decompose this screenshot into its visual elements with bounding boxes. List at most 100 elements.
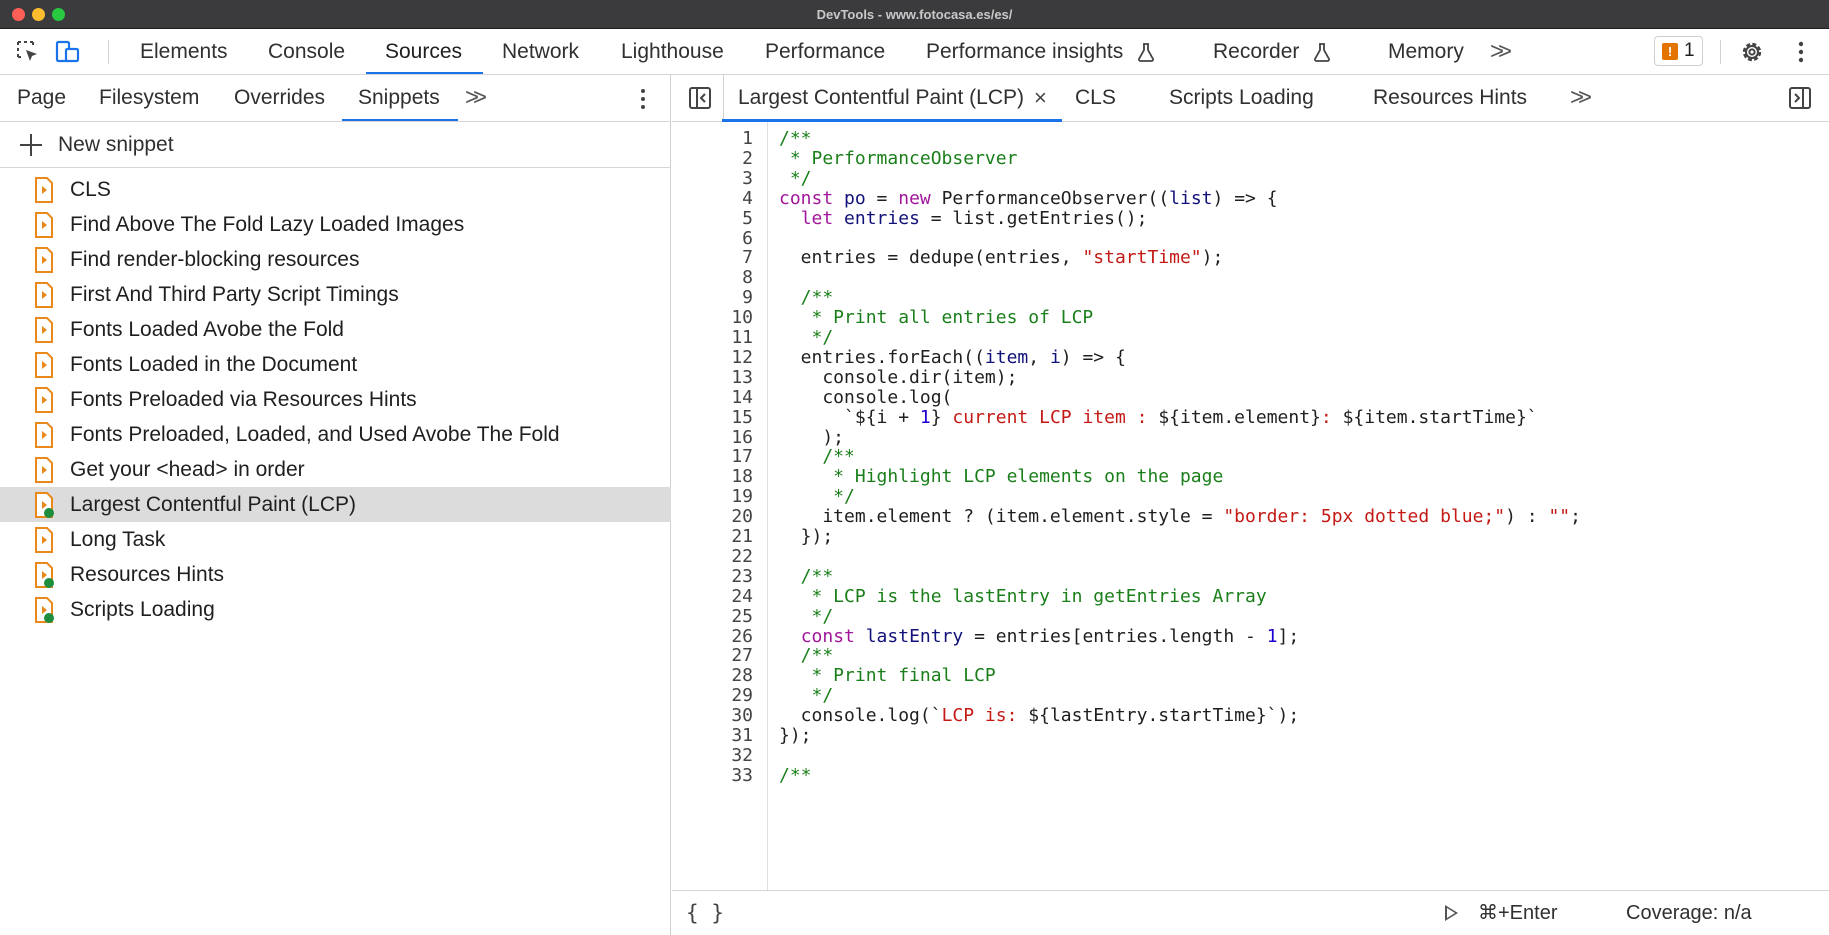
code-token: = xyxy=(865,187,899,209)
code-line: entries = dedupe(entries, "startTime"); xyxy=(779,246,1224,269)
issues-badge[interactable]: ! 1 xyxy=(1654,36,1703,66)
chevron-double-right-icon[interactable]: >> xyxy=(1490,29,1512,74)
snippet-item[interactable]: Find render-blocking resources xyxy=(0,242,671,277)
code-token: * LCP is the lastEntry in getEntries Arr… xyxy=(779,585,1267,607)
editor-tab-scripts-loading[interactable]: Scripts Loading xyxy=(1169,75,1314,121)
tab-performance-insights[interactable]: Performance insights xyxy=(926,29,1155,74)
editor-tab-cls[interactable]: CLS xyxy=(1075,75,1116,121)
new-snippet-button[interactable]: New snippet xyxy=(0,122,671,168)
code-token: }); xyxy=(779,725,812,746)
snippet-file-icon xyxy=(35,247,53,273)
code-token: * PerformanceObserver xyxy=(779,147,1018,169)
play-icon[interactable] xyxy=(1445,905,1458,921)
run-shortcut: ⌘+Enter xyxy=(1478,902,1558,924)
code-token: */ xyxy=(779,605,834,627)
snippet-item[interactable]: Fonts Preloaded, Loaded, and Used Avobe … xyxy=(0,417,671,452)
snippet-file-icon xyxy=(35,527,53,553)
snippet-item[interactable]: CLS xyxy=(0,172,671,207)
tab-elements[interactable]: Elements xyxy=(140,29,228,74)
tab-performance[interactable]: Performance xyxy=(765,29,885,74)
code-token: */ xyxy=(779,486,855,508)
snippet-item[interactable]: Resources Hints xyxy=(0,557,671,592)
code-line: }); xyxy=(779,724,812,747)
code-token: new xyxy=(898,187,942,209)
inspect-element-icon[interactable] xyxy=(13,37,43,67)
chevron-double-right-icon[interactable]: >> xyxy=(465,75,487,121)
snippet-list: CLS Find Above The Fold Lazy Loaded Image… xyxy=(0,172,671,627)
code-token: "startTime" xyxy=(1082,247,1202,269)
gear-icon[interactable] xyxy=(1737,37,1767,67)
snippet-label: Long Task xyxy=(70,528,166,551)
active-tab-indicator xyxy=(342,119,458,121)
code-token: = entries[entries.length - xyxy=(963,625,1267,647)
issue-flag-icon: ! xyxy=(1662,42,1678,60)
code-token: console.dir(item); xyxy=(779,366,1018,388)
tab-filesystem[interactable]: Filesystem xyxy=(99,75,199,121)
snippet-item[interactable]: Get your <head> in order xyxy=(0,452,671,487)
snippet-item[interactable]: Fonts Preloaded via Resources Hints xyxy=(0,382,671,417)
snippet-item[interactable]: Fonts Loaded in the Document xyxy=(0,347,671,382)
code-line: /** xyxy=(779,764,812,787)
editor-tab-resources-hints[interactable]: Resources Hints xyxy=(1373,75,1527,121)
tab-overrides[interactable]: Overrides xyxy=(234,75,325,121)
code-token: item xyxy=(984,346,1029,368)
code-token: /** xyxy=(779,645,834,667)
new-snippet-label: New snippet xyxy=(58,133,174,156)
snippet-item[interactable]: Long Task xyxy=(0,522,671,557)
snippet-label: Fonts Preloaded, Loaded, and Used Avobe … xyxy=(70,423,560,446)
snippet-item[interactable]: First And Third Party Script Timings xyxy=(0,277,671,312)
tab-memory[interactable]: Memory xyxy=(1388,29,1464,74)
code-token: lastEntry xyxy=(865,625,964,647)
snippet-item[interactable]: Scripts Loading xyxy=(0,592,671,627)
toggle-debugger-icon[interactable] xyxy=(1788,86,1812,115)
code-token: ); xyxy=(779,426,845,448)
code-line: * LCP is the lastEntry in getEntries Arr… xyxy=(779,585,1267,608)
code-token: item.element ? (item.element.style = xyxy=(779,506,1224,528)
code-token: ; xyxy=(1570,506,1581,528)
device-toolbar-icon[interactable] xyxy=(52,37,82,67)
snippet-item[interactable]: Find Above The Fold Lazy Loaded Images xyxy=(0,207,671,242)
code-token: /** xyxy=(779,287,834,309)
code-token: let xyxy=(800,207,845,229)
toggle-navigator-icon[interactable] xyxy=(688,86,712,115)
editor-panel: Largest Contentful Paint (LCP) × CLS Scr… xyxy=(672,75,1829,935)
code-token: */ xyxy=(779,167,812,189)
tab-page[interactable]: Page xyxy=(17,75,66,121)
editor-tabs: Largest Contentful Paint (LCP) × CLS Scr… xyxy=(672,75,1829,122)
main-toolbar: Elements Console Sources Network Lightho… xyxy=(0,29,1829,75)
kebab-menu-icon[interactable] xyxy=(636,87,650,111)
tab-recorder[interactable]: Recorder xyxy=(1213,29,1331,74)
code-token: 1 xyxy=(1266,625,1278,647)
code-token: */ xyxy=(779,685,834,707)
snippet-label: Get your <head> in order xyxy=(70,458,305,481)
code-token: = list.getEntries(); xyxy=(919,207,1148,229)
snippet-item[interactable]: Fonts Loaded Avobe the Fold xyxy=(0,312,671,347)
snippet-label: Fonts Loaded Avobe the Fold xyxy=(70,318,344,341)
snippet-file-icon xyxy=(35,282,53,308)
snippet-label: Scripts Loading xyxy=(70,598,215,621)
code-token: /** xyxy=(779,446,855,468)
experiment-flask-icon xyxy=(1138,43,1155,63)
code-line: console.log(`LCP is: ${lastEntry.startTi… xyxy=(779,704,1300,727)
code-token: : xyxy=(1320,406,1343,428)
code-editor[interactable]: 1 2 3 4 5 6 7 8 9 10 11 12 13 14 15 16 17 18 19 20 21 22 23 24 2… xyxy=(672,122,1829,890)
code-token: */ xyxy=(779,327,834,348)
chevron-double-right-icon[interactable]: >> xyxy=(1570,75,1592,121)
code-token: ) => { xyxy=(1060,346,1126,368)
code-token: entries xyxy=(844,207,920,229)
tab-lighthouse[interactable]: Lighthouse xyxy=(621,29,724,74)
tab-network[interactable]: Network xyxy=(502,29,579,74)
tab-sources[interactable]: Sources xyxy=(385,29,462,74)
kebab-menu-icon[interactable] xyxy=(1786,37,1816,67)
close-icon[interactable]: × xyxy=(1034,75,1047,121)
code-token: console.log(` xyxy=(779,705,942,727)
code-token: ) => { xyxy=(1212,187,1278,209)
code-token: entries.forEach(( xyxy=(779,346,985,368)
tab-snippets[interactable]: Snippets xyxy=(358,75,440,121)
pretty-print-icon[interactable]: { } xyxy=(686,891,724,935)
code-token: ${lastEntry.startTime}`); xyxy=(1028,705,1300,727)
tab-console[interactable]: Console xyxy=(268,29,345,74)
snippet-item[interactable]: Largest Contentful Paint (LCP) xyxy=(0,487,671,522)
editor-tab-lcp[interactable]: Largest Contentful Paint (LCP) xyxy=(738,75,1024,121)
